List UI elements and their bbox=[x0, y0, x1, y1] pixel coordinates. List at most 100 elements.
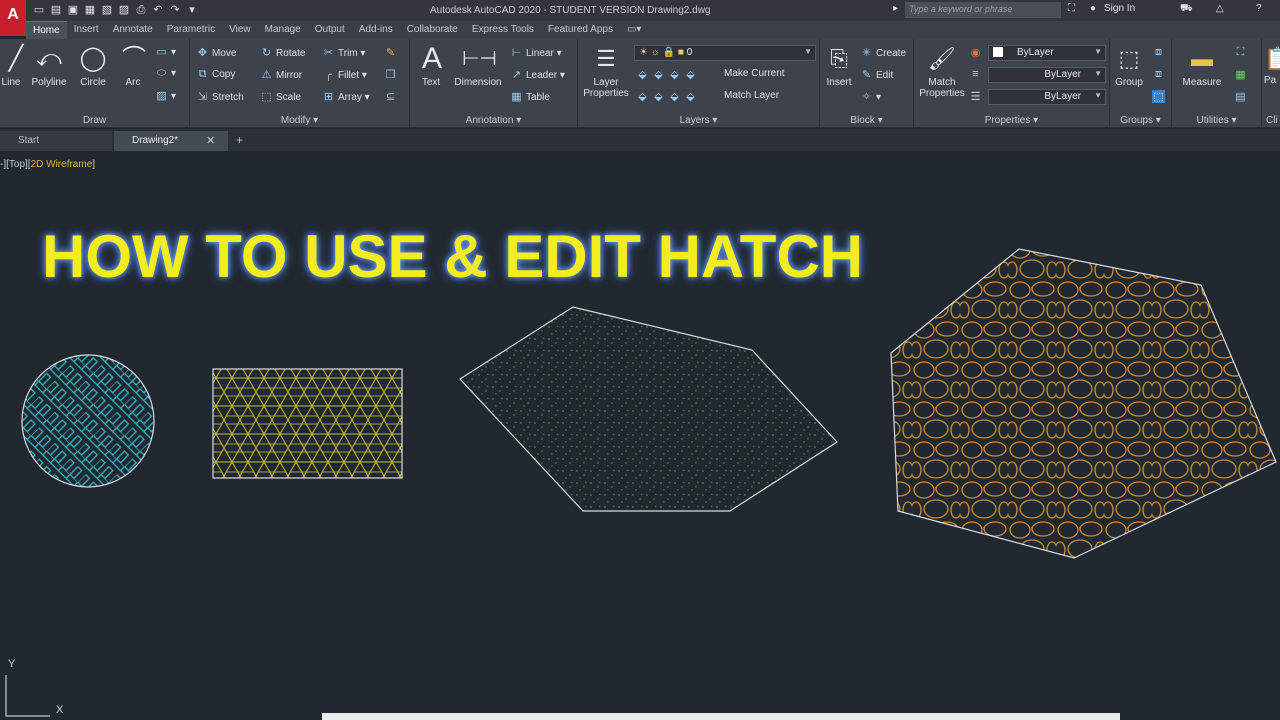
copy-button[interactable]: ⧉ Copy bbox=[196, 68, 236, 81]
tab-annotate[interactable]: Annotate bbox=[106, 21, 160, 39]
tab-view[interactable]: View bbox=[222, 21, 258, 39]
layer-properties-button[interactable]: ☰ Layer Properties bbox=[580, 43, 632, 99]
clipboard-panel-title[interactable]: Cli bbox=[1262, 115, 1280, 126]
plot-icon[interactable]: ⎙ bbox=[134, 3, 148, 17]
block-attributes-button[interactable]: ✧ ▾ bbox=[860, 90, 881, 103]
stretch-button[interactable]: ⇲ Stretch bbox=[196, 90, 244, 103]
annotation-panel-title[interactable]: Annotation ▾ bbox=[410, 115, 577, 126]
rotate-icon: ↻ bbox=[261, 47, 272, 59]
layers-panel-title[interactable]: Layers ▾ bbox=[578, 115, 819, 126]
text-button[interactable]: A Text bbox=[416, 42, 446, 89]
measure-button[interactable]: ▬ Measure bbox=[1176, 43, 1228, 88]
circle-button[interactable]: ◯ Circle bbox=[76, 43, 110, 88]
move-button[interactable]: ✥ Move bbox=[196, 46, 237, 59]
groups-panel-title[interactable]: Groups ▾ bbox=[1110, 115, 1171, 126]
layer-tools-row-2[interactable]: ⬙ ⬙ ⬙ ⬙ bbox=[636, 90, 700, 103]
insert-block-button[interactable]: ⎘ Insert bbox=[822, 43, 856, 88]
rotate-button[interactable]: ↻ Rotate bbox=[260, 46, 306, 59]
search-arrow-icon[interactable]: ▸ bbox=[893, 3, 898, 14]
save-web-icon[interactable]: ▨ bbox=[117, 3, 131, 17]
leader-button[interactable]: ↗ Leader ▾ bbox=[510, 68, 565, 81]
save-icon[interactable]: ▣ bbox=[66, 3, 80, 17]
sign-in-link[interactable]: Sign In bbox=[1104, 3, 1135, 14]
hatch-button[interactable]: ▨ ▾ bbox=[155, 89, 176, 102]
tab-featured-apps[interactable]: Featured Apps bbox=[541, 21, 620, 39]
dimension-button[interactable]: ⊢⊣ Dimension bbox=[450, 43, 506, 88]
polyline-button[interactable]: ⤺ Polyline bbox=[27, 43, 71, 88]
visual-style-control[interactable]: 2D Wireframe bbox=[31, 159, 93, 170]
fillet-button[interactable]: ╭ Fillet ▾ bbox=[322, 68, 367, 81]
open-web-icon[interactable]: ▧ bbox=[100, 3, 114, 17]
ribbon-tab-bar: Home Insert Annotate Parametric View Man… bbox=[26, 21, 1280, 39]
modify-panel-title[interactable]: Modify ▾ bbox=[190, 115, 409, 126]
linear-button[interactable]: ⊢ Linear ▾ bbox=[510, 46, 562, 59]
application-menu-button[interactable]: A bbox=[0, 0, 26, 36]
properties-panel-title[interactable]: Properties ▾ bbox=[914, 115, 1109, 126]
id-point-icon[interactable]: ▤ bbox=[1234, 90, 1250, 103]
horizontal-scrollbar[interactable] bbox=[322, 713, 1120, 720]
group-selection-icon[interactable]: ⬚ bbox=[1152, 90, 1168, 103]
array-button[interactable]: ⊞ Array ▾ bbox=[322, 90, 370, 103]
tab-start[interactable]: Start bbox=[0, 131, 112, 151]
cart-icon[interactable]: ⛟ bbox=[1180, 3, 1193, 16]
dimension-icon: ⊢⊣ bbox=[462, 48, 497, 70]
paste-button[interactable]: 📋 Pa bbox=[1264, 43, 1280, 86]
scale-button[interactable]: ⬚ Scale bbox=[260, 90, 301, 103]
ellipse-button[interactable]: ⬭ ▾ bbox=[155, 67, 176, 80]
make-current-button[interactable]: Make Current bbox=[724, 68, 785, 79]
tab-add-ins[interactable]: Add-ins bbox=[352, 21, 400, 39]
tab-home[interactable]: Home bbox=[26, 21, 67, 39]
utilities-panel-title[interactable]: Utilities ▾ bbox=[1172, 115, 1261, 126]
edit-block-icon: ✎ bbox=[861, 69, 872, 81]
close-tab-icon[interactable]: ✕ bbox=[206, 134, 215, 147]
rectangle-button[interactable]: ▭ ▾ bbox=[155, 45, 176, 58]
ribbon-options-icon[interactable]: ▭▾ bbox=[620, 21, 648, 39]
offset-button[interactable]: ⊆ bbox=[384, 90, 400, 103]
undo-icon[interactable]: ↶ bbox=[151, 3, 165, 17]
text-icon: A bbox=[421, 42, 442, 75]
binoculars-icon[interactable]: ⛶ bbox=[1068, 3, 1075, 14]
linetype-dropdown[interactable]: ByLayer ▼ bbox=[988, 89, 1106, 105]
color-dropdown[interactable]: ByLayer ▼ bbox=[988, 45, 1106, 61]
block-panel-title[interactable]: Block ▾ bbox=[820, 115, 913, 126]
qat-dropdown-icon[interactable]: ▾ bbox=[185, 3, 199, 17]
tab-collaborate[interactable]: Collaborate bbox=[400, 21, 465, 39]
layer-properties-icon: ☰ bbox=[596, 46, 616, 71]
save-as-icon[interactable]: ▦ bbox=[83, 3, 97, 17]
a360-icon[interactable]: △ bbox=[1216, 3, 1224, 14]
draw-panel-title[interactable]: Draw bbox=[0, 115, 189, 126]
help-icon[interactable]: ? bbox=[1256, 3, 1262, 14]
mirror-button[interactable]: ⚠ Mirror bbox=[260, 68, 303, 81]
lineweight-dropdown[interactable]: ByLayer ▼ bbox=[988, 67, 1106, 83]
layer-dropdown[interactable]: ☀ ☼ 🔒 ■ 0 ▼ bbox=[634, 45, 816, 61]
ungroup-icon[interactable]: ⧈ bbox=[1152, 46, 1168, 59]
erase-button[interactable]: ✎ bbox=[384, 46, 400, 59]
layer-tools-row-1[interactable]: ⬙ ⬙ ⬙ ⬙ bbox=[636, 68, 700, 81]
explode-button[interactable]: ❒ bbox=[384, 68, 400, 81]
arc-button[interactable]: ⌒ Arc bbox=[118, 43, 148, 88]
tab-insert[interactable]: Insert bbox=[67, 21, 106, 39]
tab-express-tools[interactable]: Express Tools bbox=[465, 21, 541, 39]
new-icon[interactable]: ▭ bbox=[32, 3, 46, 17]
trim-button[interactable]: ✂ Trim ▾ bbox=[322, 46, 366, 59]
redo-icon[interactable]: ↷ bbox=[168, 3, 182, 17]
help-search-input[interactable]: Type a keyword or phrase bbox=[905, 2, 1061, 18]
tab-output[interactable]: Output bbox=[308, 21, 352, 39]
tab-parametric[interactable]: Parametric bbox=[160, 21, 222, 39]
open-icon[interactable]: ▤ bbox=[49, 3, 63, 17]
table-button[interactable]: ▦ Table bbox=[510, 90, 550, 103]
user-icon[interactable]: ● bbox=[1090, 3, 1096, 14]
new-tab-icon[interactable]: + bbox=[236, 133, 243, 147]
group-edit-icon[interactable]: ⧈ bbox=[1152, 68, 1168, 81]
match-properties-button[interactable]: 🖌 Match Properties bbox=[916, 43, 968, 99]
group-button[interactable]: ⬚ Group bbox=[1112, 43, 1146, 88]
create-block-button[interactable]: ✳ Create bbox=[860, 46, 906, 59]
tab-manage[interactable]: Manage bbox=[258, 21, 308, 39]
viewport-controls[interactable]: -][Top][2D Wireframe] bbox=[0, 159, 95, 170]
match-layer-button[interactable]: Match Layer bbox=[724, 90, 779, 101]
calculator-icon[interactable]: ▦ bbox=[1234, 68, 1250, 81]
quick-select-icon[interactable]: ⛶ bbox=[1234, 46, 1250, 59]
line-button[interactable]: ╱ Line bbox=[0, 43, 24, 88]
edit-block-button[interactable]: ✎ Edit bbox=[860, 68, 893, 81]
block-panel: ⎘ Insert ✳ Create ✎ Edit ✧ ▾ Block ▾ bbox=[820, 39, 914, 128]
